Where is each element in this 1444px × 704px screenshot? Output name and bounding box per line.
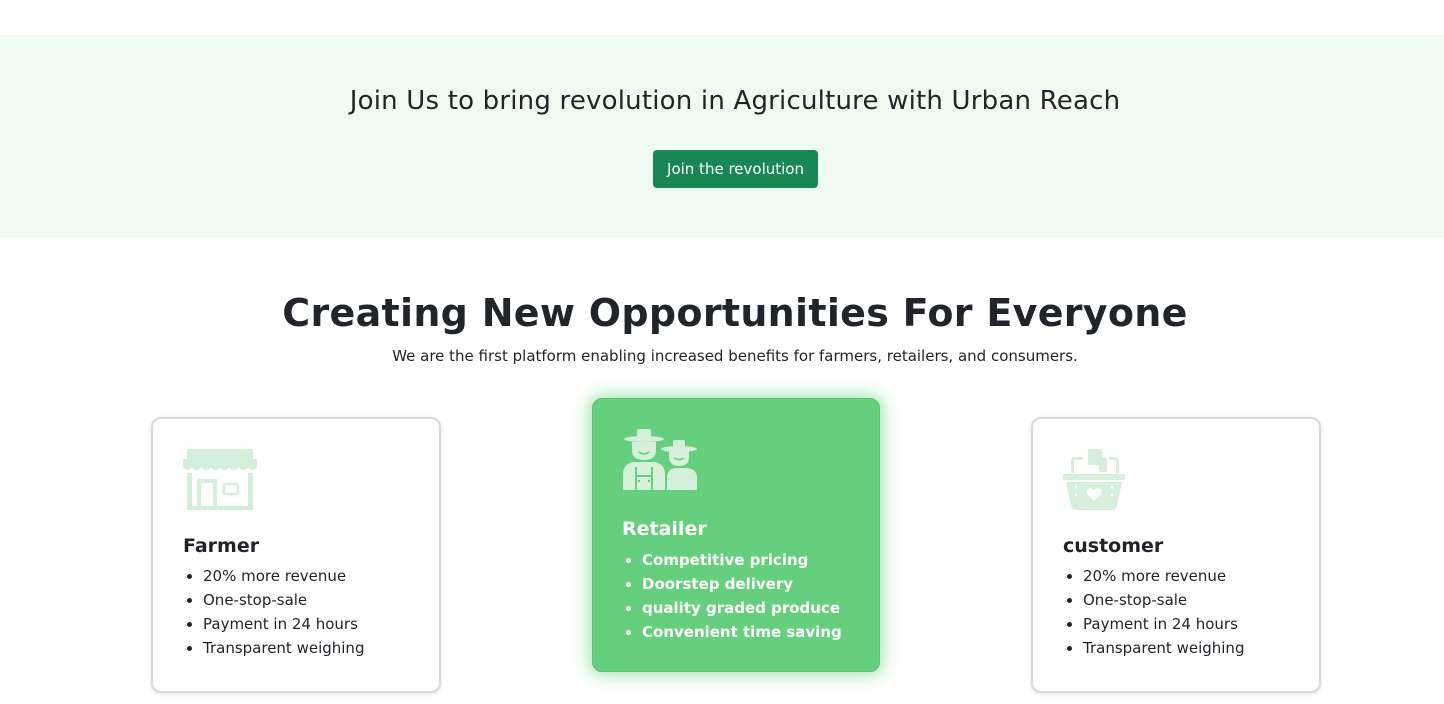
- card-title: Farmer: [183, 535, 260, 557]
- benefits-list: Competitive pricing Doorstep delivery qu…: [622, 548, 842, 644]
- banner-title: Join Us to bring revolution in Agricultu…: [349, 86, 1121, 116]
- list-item: Transparent weighing: [1083, 636, 1244, 660]
- retailer-card: Retailer Competitive pricing Doorstep de…: [592, 398, 880, 672]
- list-item: 20% more revenue: [203, 564, 364, 588]
- customer-card: customer 20% more revenue One-stop-sale …: [1031, 417, 1321, 693]
- benefits-list: 20% more revenue One-stop-sale Payment i…: [1063, 564, 1244, 660]
- list-item: 20% more revenue: [1083, 564, 1244, 588]
- card-title: customer: [1063, 535, 1164, 557]
- section-title: Creating New Opportunities For Everyone: [282, 291, 1188, 335]
- shop-icon: [183, 449, 257, 511]
- section-subtitle: We are the first platform enabling incre…: [392, 347, 1078, 365]
- join-banner: [0, 35, 1444, 238]
- list-item: quality graded produce: [642, 596, 842, 620]
- list-item: Payment in 24 hours: [1083, 612, 1244, 636]
- benefits-list: 20% more revenue One-stop-sale Payment i…: [183, 564, 364, 660]
- list-item: Payment in 24 hours: [203, 612, 364, 636]
- list-item: Convenient time saving: [642, 620, 842, 644]
- basket-icon: [1063, 449, 1137, 511]
- farmers-icon: [623, 429, 697, 491]
- list-item: Doorstep delivery: [642, 572, 842, 596]
- card-title: Retailer: [622, 518, 707, 540]
- list-item: Transparent weighing: [203, 636, 364, 660]
- list-item: One-stop-sale: [1083, 588, 1244, 612]
- list-item: One-stop-sale: [203, 588, 364, 612]
- list-item: Competitive pricing: [642, 548, 842, 572]
- join-revolution-button[interactable]: Join the revolution: [653, 150, 818, 188]
- farmer-card: Farmer 20% more revenue One-stop-sale Pa…: [151, 417, 441, 693]
